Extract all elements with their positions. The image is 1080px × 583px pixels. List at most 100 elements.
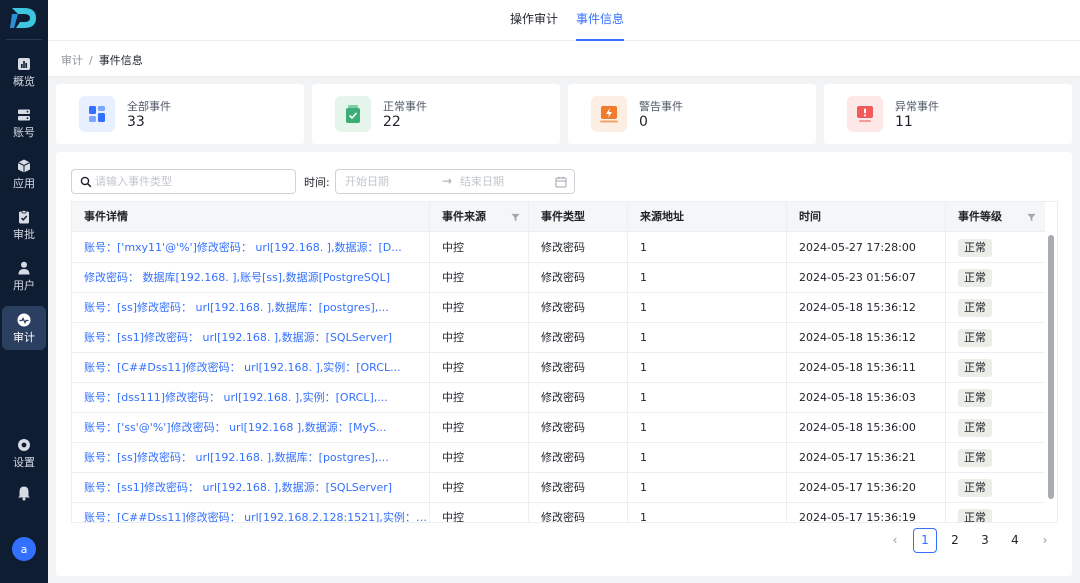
- stat-card-all: 全部事件 33: [56, 84, 304, 144]
- status-badge: 正常: [958, 419, 992, 437]
- table-row: 账号：[ss1]修改密码： url[192.168. ],数据源：[SQLSer…: [72, 473, 1045, 503]
- sidebar-item-overview[interactable]: 概览: [2, 50, 46, 94]
- event-source: 中控: [430, 263, 529, 293]
- event-level: 正常: [946, 503, 1045, 522]
- breadcrumb-bar: 审计 / 事件信息: [48, 41, 1080, 77]
- cube-icon: [17, 159, 31, 173]
- sidebar-item-accounts[interactable]: 账号: [2, 101, 46, 145]
- date-range-picker[interactable]: →: [335, 169, 575, 194]
- stat-value: 33: [127, 114, 145, 130]
- server-icon: [18, 109, 30, 121]
- event-type: 修改密码: [529, 383, 628, 413]
- search-icon: [80, 176, 92, 188]
- status-badge: 正常: [958, 509, 992, 522]
- sidebar-item-label: 账号: [13, 126, 35, 139]
- search-box: [71, 169, 296, 194]
- page-1-button[interactable]: 1: [913, 528, 937, 553]
- event-address: 1(: [628, 233, 787, 263]
- stat-badge: [79, 96, 115, 132]
- header-type: 事件类型: [529, 202, 628, 232]
- header-level-label: 事件等级: [958, 210, 1002, 223]
- event-detail-link[interactable]: 账号：[ss1]修改密码： url[192.168. ],数据源：[SQLSer…: [72, 323, 430, 353]
- event-type: 修改密码: [529, 503, 628, 522]
- prev-page-button[interactable]: ‹: [883, 528, 907, 553]
- event-detail-link[interactable]: 账号：['ss'@'%']修改密码： url[192.168 ],数据源：[My…: [72, 413, 430, 443]
- event-source: 中控: [430, 383, 529, 413]
- tab-operation-audit[interactable]: 操作审计: [510, 0, 558, 41]
- header-level: 事件等级: [946, 202, 1045, 232]
- event-panel: 时间: → 事件详情 事件来源 事件类型 来源地址 时间 事件等级 账号：['m…: [56, 152, 1072, 576]
- event-address-value: 1(: [640, 421, 648, 434]
- event-address-value: 1(: [640, 241, 648, 254]
- breadcrumb-parent[interactable]: 审计: [61, 54, 83, 67]
- event-level: 正常: [946, 413, 1045, 443]
- grid-icon: [89, 106, 105, 122]
- event-source: 中控: [430, 353, 529, 383]
- filter-icon[interactable]: [511, 213, 520, 222]
- next-page-button[interactable]: ›: [1033, 528, 1057, 553]
- sidebar-item-label: 审计: [13, 331, 35, 344]
- event-address: 1(: [628, 503, 787, 523]
- event-time: 2024-05-18 15:36:12: [787, 323, 946, 353]
- event-type: 修改密码: [529, 263, 628, 293]
- event-address-value: 1(: [640, 391, 648, 404]
- tab-event-info[interactable]: 事件信息: [576, 0, 625, 41]
- event-time: 2024-05-27 17:28:00: [787, 233, 946, 263]
- page-4-button[interactable]: 4: [1003, 528, 1027, 553]
- event-address-value: 1(: [640, 481, 648, 494]
- page-3-button[interactable]: 3: [973, 528, 997, 553]
- gear-icon: [18, 439, 30, 451]
- event-source: 中控: [430, 293, 529, 323]
- stat-card-normal: 正常事件 22: [312, 84, 560, 144]
- page-2-button[interactable]: 2: [943, 528, 967, 553]
- stat-title: 异常事件: [895, 100, 939, 113]
- start-date-input[interactable]: [345, 173, 435, 190]
- event-address-value: 1(: [640, 361, 648, 374]
- scrollbar-thumb[interactable]: [1048, 235, 1054, 499]
- avatar[interactable]: a: [12, 537, 36, 561]
- event-detail-link[interactable]: 账号：[C##Dss11]修改密码： url[192.168. ],实例：[OR…: [72, 353, 430, 383]
- table-row: 账号：[ss1]修改密码： url[192.168. ],数据源：[SQLSer…: [72, 323, 1045, 353]
- event-source: 中控: [430, 233, 529, 263]
- stat-card-warning: 警告事件 0: [568, 84, 816, 144]
- event-detail-link[interactable]: 账号：[ss]修改密码： url[192.168. ],数据库：[postgre…: [72, 293, 430, 323]
- event-time: 2024-05-17 15:36:20: [787, 473, 946, 503]
- event-detail-link[interactable]: 账号：['mxy11'@'%']修改密码： url[192.168. ],数据源…: [72, 233, 430, 263]
- event-detail-link[interactable]: 账号：[C##Dss11]修改密码： url[192.168.2.128:152…: [72, 503, 430, 522]
- event-detail-link[interactable]: 账号：[ss]修改密码： url[192.168. ],数据库：[postgre…: [72, 443, 430, 473]
- sidebar-item-approvals[interactable]: 审批: [2, 203, 46, 247]
- status-badge: 正常: [958, 359, 992, 377]
- calendar-icon[interactable]: [555, 176, 567, 188]
- stat-value: 22: [383, 114, 401, 130]
- stat-title: 警告事件: [639, 100, 683, 113]
- sidebar-item-label: 应用: [13, 177, 35, 190]
- check-jar-icon: [346, 105, 360, 123]
- event-source: 中控: [430, 473, 529, 503]
- stat-card-abnormal: 异常事件 11: [824, 84, 1072, 144]
- event-address-value: 1(: [640, 511, 648, 523]
- end-date-input[interactable]: [460, 173, 550, 190]
- bell-icon[interactable]: [16, 485, 32, 501]
- alert-monitor-icon: [857, 106, 873, 122]
- table-scrollbar[interactable]: [1047, 233, 1054, 522]
- logo-icon: [10, 8, 36, 28]
- sidebar: 概览 账号 应用 审批 用户 审计 设置 a: [0, 0, 48, 583]
- event-detail-link[interactable]: 账号：[ss1]修改密码： url[192.168. ],数据源：[SQLSer…: [72, 473, 430, 503]
- sidebar-item-audit[interactable]: 审计: [2, 306, 46, 350]
- event-detail-link[interactable]: 修改密码： 数据库[192.168. ],账号[ss],数据源[PostgreS…: [72, 263, 430, 293]
- events-table: 事件详情 事件来源 事件类型 来源地址 时间 事件等级 账号：['mxy11'@…: [71, 201, 1058, 523]
- filter-icon[interactable]: [1027, 213, 1036, 222]
- search-input[interactable]: [95, 173, 290, 190]
- sidebar-item-settings[interactable]: 设置: [2, 431, 46, 475]
- header-source: 事件来源: [430, 202, 529, 232]
- event-detail-link[interactable]: 账号：[dss111]修改密码： url[192.168. ],实例：[ORCL…: [72, 383, 430, 413]
- event-level: 正常: [946, 353, 1045, 383]
- sidebar-item-apps[interactable]: 应用: [2, 152, 46, 196]
- status-badge: 正常: [958, 479, 992, 497]
- event-time: 2024-05-18 15:36:12: [787, 293, 946, 323]
- sidebar-item-users[interactable]: 用户: [2, 254, 46, 298]
- event-type: 修改密码: [529, 293, 628, 323]
- event-source: 中控: [430, 323, 529, 353]
- stat-badge: [591, 96, 627, 132]
- chart-bar-icon: [18, 58, 30, 70]
